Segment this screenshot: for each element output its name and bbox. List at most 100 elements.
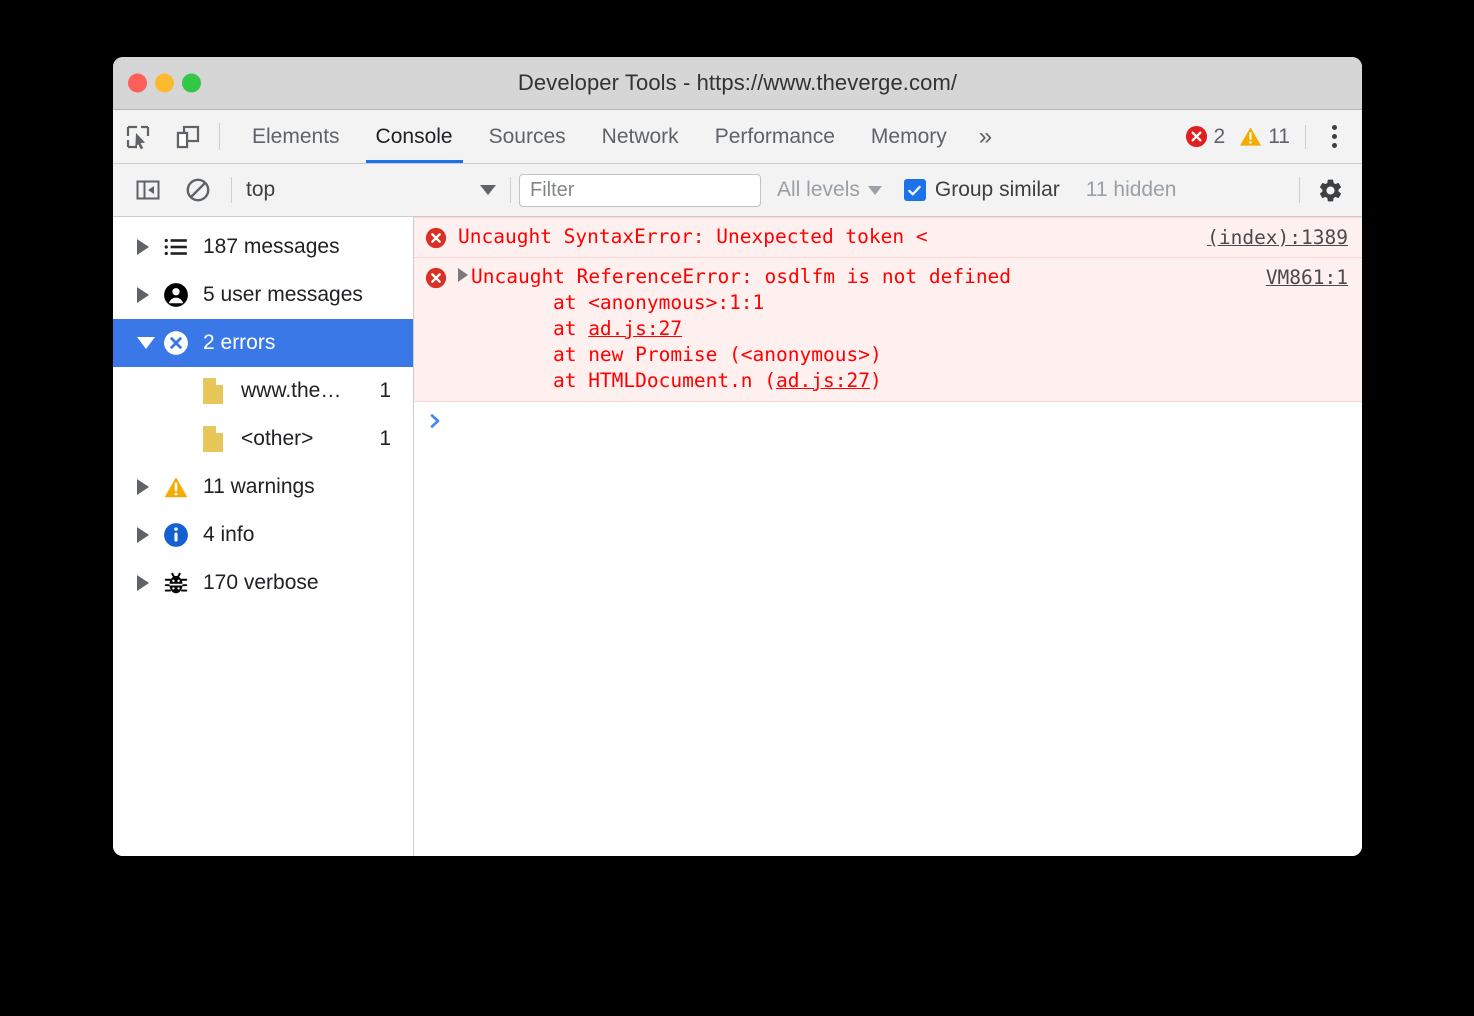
tab-sources[interactable]: Sources: [471, 110, 584, 163]
clear-console-icon[interactable]: [173, 177, 223, 203]
toolbar-divider: [510, 177, 511, 203]
sidebar-item-verbose[interactable]: 170 verbose: [113, 559, 413, 607]
tab-network[interactable]: Network: [584, 110, 697, 163]
title-bar: Developer Tools - https://www.theverge.c…: [113, 57, 1362, 110]
console-prompt[interactable]: [414, 402, 1362, 444]
gear-icon[interactable]: [1308, 177, 1352, 204]
tab-memory[interactable]: Memory: [853, 110, 965, 163]
toolbar-divider: [1299, 177, 1300, 203]
stack-frame: at HTMLDocument.n (ad.js:27): [458, 369, 882, 392]
tab-list: Elements Console Sources Network Perform…: [234, 110, 1006, 163]
chevron-right-icon[interactable]: [137, 239, 163, 255]
sidebar-error-source-row[interactable]: <other> 1: [113, 415, 413, 463]
tab-console[interactable]: Console: [358, 110, 471, 163]
warning-triangle-icon: [163, 474, 203, 500]
kebab-menu-icon[interactable]: [1314, 125, 1354, 148]
console-toolbar-right: [1291, 165, 1352, 215]
warning-count-badge[interactable]: 11: [1232, 125, 1297, 149]
error-circle-icon: [414, 224, 458, 249]
error-count-badge[interactable]: 2: [1178, 125, 1233, 149]
sidebar-error-source-row[interactable]: www.the… 1: [113, 367, 413, 415]
chevron-right-icon[interactable]: [137, 479, 163, 495]
chevron-right-icon[interactable]: [137, 575, 163, 591]
warning-triangle-icon: [1239, 125, 1262, 148]
sidebar-error-source-count: 1: [379, 379, 391, 403]
log-level-selector[interactable]: All levels: [777, 178, 882, 202]
stack-frame-prefix: at: [506, 369, 588, 392]
user-icon: [163, 282, 203, 308]
chevron-down-icon[interactable]: [137, 337, 163, 349]
minimize-window-button[interactable]: [155, 74, 174, 93]
file-icon: [201, 377, 225, 405]
stack-frame: at ad.js:27: [458, 317, 682, 340]
tab-elements[interactable]: Elements: [234, 110, 358, 163]
group-similar-checkbox[interactable]: [904, 179, 926, 201]
stack-frame-text: HTMLDocument.n (: [588, 369, 776, 392]
console-message-row[interactable]: Uncaught ReferenceError: osdlfm is not d…: [414, 258, 1362, 402]
sidebar-item-label: 187 messages: [203, 235, 413, 259]
group-similar-toggle[interactable]: Group similar: [904, 178, 1060, 202]
console-body: 187 messages 5 user messages: [113, 217, 1362, 856]
execution-context-selector[interactable]: top: [240, 178, 502, 202]
prompt-chevron-icon: [414, 410, 458, 430]
panel-tab-bar: Elements Console Sources Network Perform…: [113, 110, 1362, 164]
error-circle-icon: [414, 264, 458, 289]
sidebar-item-label: 2 errors: [203, 331, 413, 355]
stack-frame-link[interactable]: ad.js:27: [776, 369, 870, 392]
device-toolbar-icon[interactable]: [163, 110, 213, 163]
warning-count-label: 11: [1268, 125, 1290, 149]
more-tabs-button[interactable]: »: [965, 110, 1006, 163]
check-icon: [907, 183, 922, 198]
toolbar-divider: [219, 123, 220, 150]
show-console-sidebar-icon[interactable]: [123, 177, 173, 203]
toolbar-divider: [1305, 125, 1306, 149]
close-window-button[interactable]: [128, 74, 147, 93]
sidebar-item-label: 170 verbose: [203, 571, 413, 595]
stack-frame-suffix: ): [870, 369, 882, 392]
console-message-row[interactable]: Uncaught SyntaxError: Unexpected token <…: [414, 217, 1362, 258]
console-message-text: Uncaught ReferenceError: osdlfm is not d…: [471, 265, 1011, 288]
tab-performance[interactable]: Performance: [697, 110, 853, 163]
sidebar-item-errors[interactable]: 2 errors: [113, 319, 413, 367]
sidebar-item-user-messages[interactable]: 5 user messages: [113, 271, 413, 319]
sidebar-item-label: 5 user messages: [203, 283, 413, 307]
stack-frame: at new Promise (<anonymous>): [458, 343, 882, 366]
chevron-down-icon: [480, 185, 496, 195]
log-level-label: All levels: [777, 178, 860, 202]
stack-frame-prefix: at: [506, 291, 588, 314]
group-similar-label: Group similar: [935, 178, 1060, 202]
inspect-element-icon[interactable]: [113, 110, 163, 163]
list-icon: [163, 234, 203, 260]
info-circle-icon: [163, 522, 203, 548]
stack-frame-prefix: at: [506, 317, 588, 340]
sidebar-error-source-label: <other>: [241, 427, 379, 451]
chevron-right-icon[interactable]: [137, 527, 163, 543]
devtools-window: Developer Tools - https://www.theverge.c…: [113, 57, 1362, 856]
filter-input[interactable]: [519, 174, 761, 207]
sidebar-error-source-count: 1: [379, 427, 391, 451]
maximize-window-button[interactable]: [182, 74, 201, 93]
chevron-right-icon[interactable]: [137, 287, 163, 303]
sidebar-error-source-label: www.the…: [241, 379, 379, 403]
bug-icon: [163, 570, 203, 596]
sidebar-item-label: 11 warnings: [203, 475, 413, 499]
console-message-body: Uncaught ReferenceError: osdlfm is not d…: [458, 264, 1362, 394]
sidebar-item-warnings[interactable]: 11 warnings: [113, 463, 413, 511]
error-count-label: 2: [1214, 125, 1226, 149]
stack-frame-link[interactable]: ad.js:27: [588, 317, 682, 340]
window-title: Developer Tools - https://www.theverge.c…: [518, 70, 957, 96]
execution-context-label: top: [246, 178, 480, 202]
sidebar-item-label: 4 info: [203, 523, 413, 547]
expand-stack-trace-icon[interactable]: [458, 268, 468, 282]
stack-frame: at <anonymous>:1:1: [458, 291, 764, 314]
console-message-source-link[interactable]: VM861:1: [1266, 265, 1348, 291]
file-icon: [201, 425, 225, 453]
console-sidebar: 187 messages 5 user messages: [113, 217, 414, 856]
hidden-messages-count: 11 hidden: [1086, 178, 1177, 202]
console-toolbar: top All levels Group similar 11 hidden: [113, 164, 1362, 217]
toolbar-divider: [231, 177, 232, 203]
console-message-source-link[interactable]: (index):1389: [1207, 225, 1348, 251]
console-message-list: Uncaught SyntaxError: Unexpected token <…: [414, 217, 1362, 856]
sidebar-item-info[interactable]: 4 info: [113, 511, 413, 559]
sidebar-item-messages[interactable]: 187 messages: [113, 223, 413, 271]
